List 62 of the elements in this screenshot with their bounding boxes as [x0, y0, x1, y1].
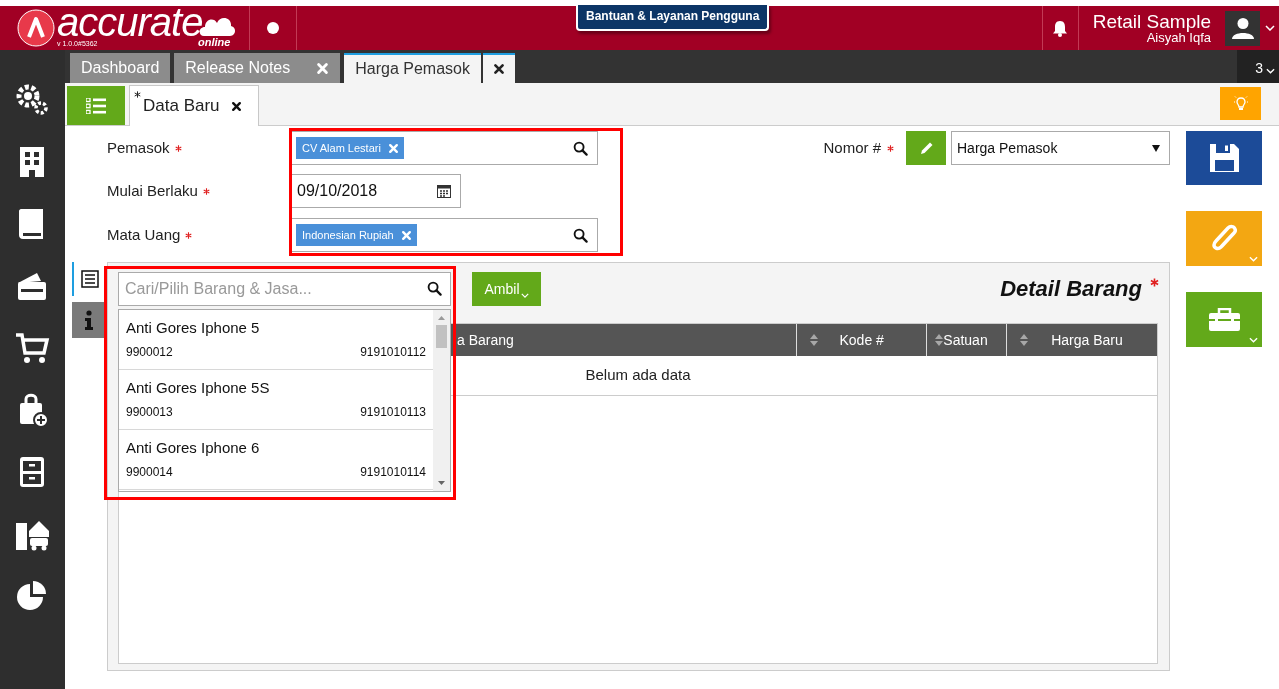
- save-button[interactable]: [1186, 131, 1262, 185]
- close-icon: [230, 100, 242, 112]
- selected-tag: CV Alam Lestari: [296, 137, 404, 159]
- chevron-down-icon: [1264, 25, 1275, 31]
- chevron-down-icon: [1249, 256, 1258, 262]
- search-icon: [427, 281, 442, 296]
- tab-count-button[interactable]: 3: [1237, 50, 1279, 83]
- date-field[interactable]: 09/10/2018: [290, 174, 461, 208]
- edit-number-button[interactable]: [906, 131, 946, 165]
- column-header[interactable]: Satuan: [927, 324, 1008, 356]
- empty-message: Belum ada data: [585, 365, 691, 386]
- scrollbar-thumb[interactable]: [436, 325, 447, 348]
- suggestion-item[interactable]: Anti Gores Iphone 5S 9900013 9191010113: [119, 370, 433, 430]
- briefcase-icon: [1207, 307, 1241, 332]
- brand-name: accurate: [57, 6, 203, 39]
- brand-subtitle: online: [198, 36, 231, 48]
- info-icon: [83, 310, 94, 330]
- field-label: Pemasok: [107, 137, 170, 158]
- tab[interactable]: Harga Pemasok: [344, 53, 481, 83]
- logo-icon: [17, 9, 55, 47]
- chevron-down-icon: [1266, 68, 1275, 74]
- form-tab[interactable]: Data Baru: [129, 85, 259, 126]
- tools-button[interactable]: [1186, 292, 1262, 347]
- list-icon: [86, 97, 106, 114]
- avatar[interactable]: [1225, 10, 1260, 46]
- column-header[interactable]: Kode #: [797, 324, 928, 356]
- section-title: Detail Barang: [1000, 275, 1142, 303]
- tab-close-button[interactable]: [482, 53, 515, 83]
- remove-icon: [400, 229, 412, 241]
- selected-tag: Indonesian Rupiah: [296, 224, 417, 246]
- search-icon: [573, 140, 588, 156]
- search-icon: [573, 227, 588, 243]
- field-label: Mulai Berlaku: [107, 180, 198, 201]
- column-header[interactable]: Harga Baru: [1007, 324, 1157, 356]
- remove-icon: [387, 142, 399, 154]
- lightbulb-icon: [1233, 95, 1248, 112]
- field-label: Nomor #: [823, 137, 881, 158]
- sort-icon[interactable]: [935, 334, 944, 346]
- suggestion-item[interactable]: Anti Gores Iphone 6 9900014 9191010114: [119, 430, 433, 490]
- calendar-icon: [437, 184, 451, 198]
- bell-icon[interactable]: [1052, 19, 1069, 37]
- side-tab[interactable]: [72, 302, 105, 338]
- suggestion-item[interactable]: Anti Gores Iphone 5 9900012 9191010112: [119, 310, 433, 370]
- chevron-down-icon: [1249, 337, 1258, 343]
- item-search-field[interactable]: Cari/Pilih Barang & Jasa...: [118, 272, 451, 306]
- sort-icon[interactable]: [1020, 334, 1029, 346]
- cart-icon[interactable]: [15, 331, 50, 366]
- dot-icon[interactable]: [267, 22, 279, 34]
- document-icon: [80, 270, 99, 288]
- form-tab-label: Data Baru: [143, 95, 220, 118]
- sort-icon[interactable]: [810, 334, 819, 346]
- number-select[interactable]: Harga Pemasok: [951, 131, 1170, 165]
- pencil-icon: [918, 140, 934, 156]
- scroll-down-icon[interactable]: [438, 481, 445, 485]
- dropdown-arrow-icon: [1152, 144, 1160, 152]
- user-icon: [1230, 17, 1255, 39]
- help-link[interactable]: Bantuan & Layanan Pengguna: [576, 5, 770, 31]
- close-icon: [492, 63, 505, 75]
- chevron-down-icon: [520, 292, 529, 298]
- field-label: Mata Uang: [107, 224, 181, 245]
- list-view-button[interactable]: [67, 86, 125, 125]
- gears-icon[interactable]: [15, 83, 50, 118]
